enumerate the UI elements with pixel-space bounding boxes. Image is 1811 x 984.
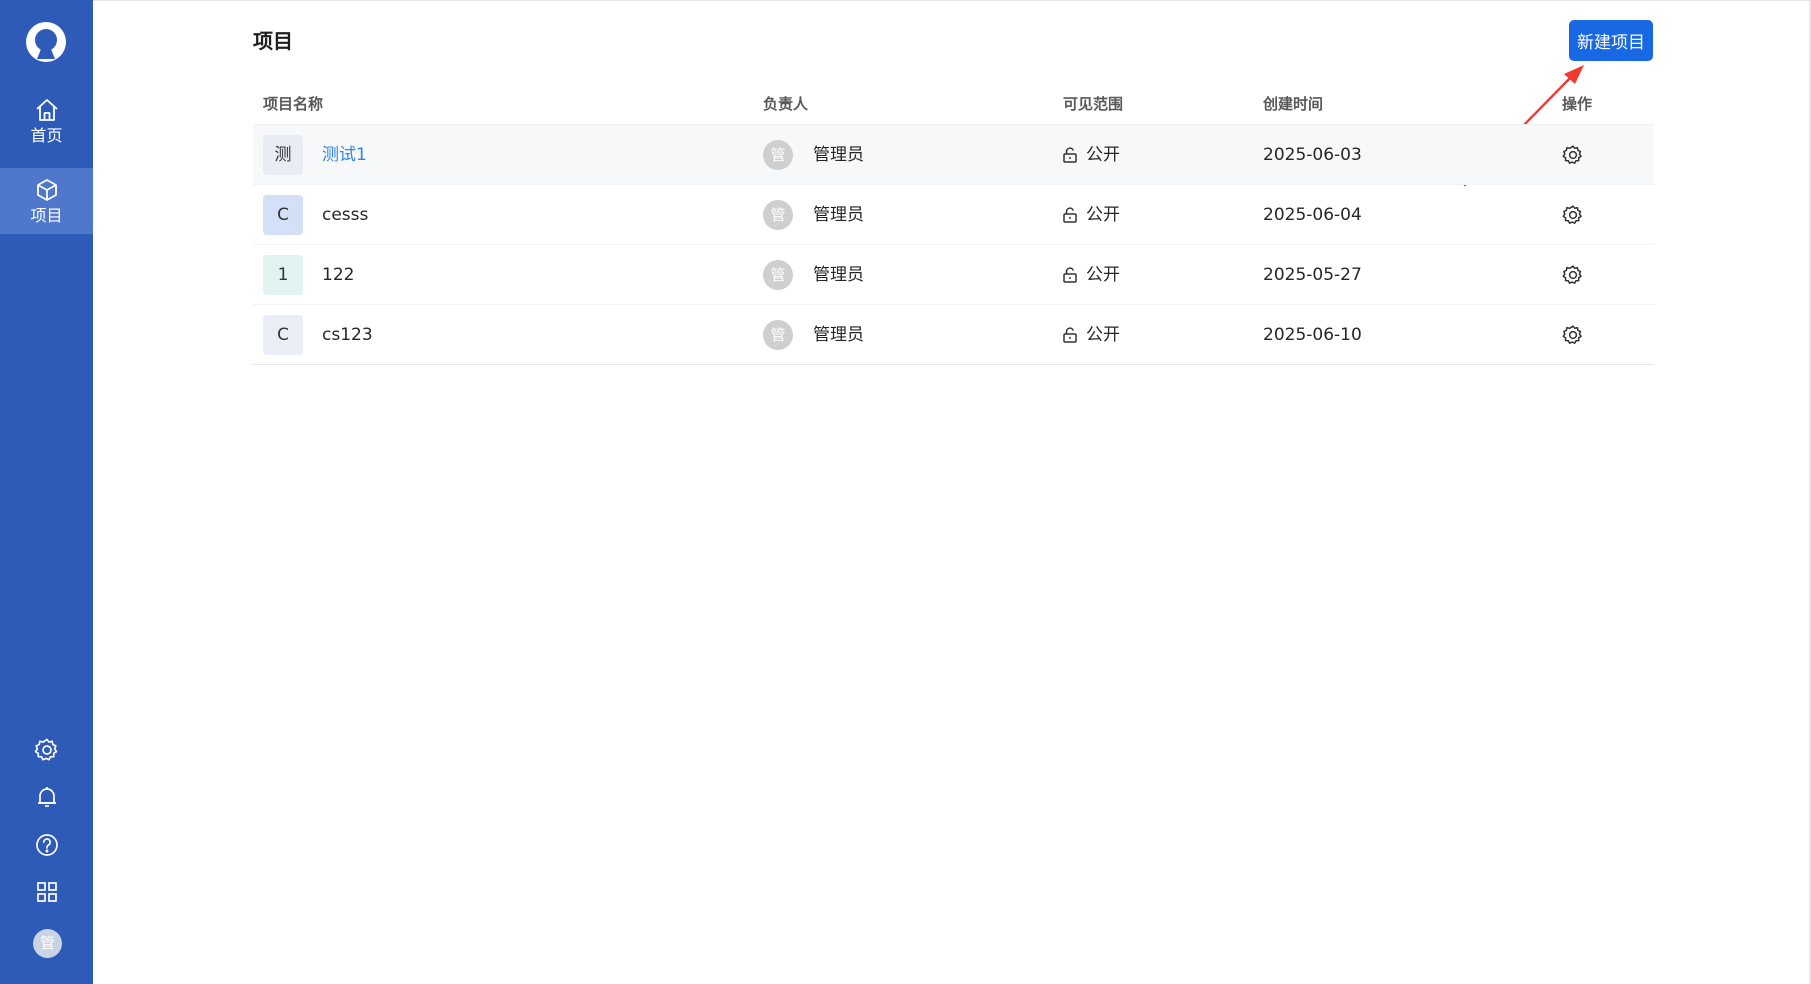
project-name-link[interactable]: 测试1 [322,144,367,166]
owner-avatar: 管 [763,140,793,170]
sidebar: 首页 项目 管 [0,0,93,984]
owner-avatar: 管 [763,260,793,290]
visibility-text: 公开 [1086,265,1120,285]
nav-item-projects[interactable]: 项目 [0,168,93,234]
owner-name: 管理员 [813,205,864,225]
created-date: 2025-06-03 [1263,145,1362,165]
unlock-icon [1063,207,1077,223]
cube-icon [36,178,57,201]
unlock-icon [1063,267,1077,283]
column-header-name: 项目名称 [263,95,324,113]
visibility-text: 公开 [1086,145,1120,165]
owner-name: 管理员 [813,145,864,165]
owner-avatar: 管 [763,320,793,350]
table-row[interactable]: C cesss 管 管理员 公开 2025-06-04 [253,185,1654,245]
project-badge: 1 [263,255,303,295]
project-badge: C [263,315,303,355]
gear-icon[interactable] [1562,144,1584,166]
column-header-actions: 操作 [1562,95,1593,113]
gear-icon[interactable] [1562,204,1584,226]
owner-name: 管理员 [813,265,864,285]
gear-icon[interactable] [1562,324,1584,346]
visibility-text: 公开 [1086,205,1120,225]
created-date: 2025-06-04 [1263,205,1362,225]
home-icon [35,98,58,121]
table-header: 项目名称 负责人 可见范围 创建时间 操作 [253,88,1654,125]
page-title: 项目 [253,29,293,53]
gear-icon[interactable] [1562,264,1584,286]
projects-table: 项目名称 负责人 可见范围 创建时间 操作 测 测试1 管 管理员 公开 202… [253,88,1654,365]
project-name[interactable]: 122 [322,264,354,286]
created-date: 2025-06-10 [1263,325,1362,345]
help-icon[interactable] [34,832,60,858]
owner-name: 管理员 [813,325,864,345]
project-badge: 测 [263,135,303,175]
project-name[interactable]: cs123 [322,324,373,346]
bell-icon[interactable] [34,784,60,810]
new-project-button[interactable]: 新建项目 [1569,20,1653,61]
table-row[interactable]: 测 测试1 管 管理员 公开 2025-06-03 [253,125,1654,185]
nav-projects-label: 项目 [30,205,63,225]
column-header-owner: 负责人 [763,95,809,113]
nav-home-label: 首页 [30,125,63,145]
unlock-icon [1063,327,1077,343]
logo-icon [26,22,66,62]
app-window: 首页 项目 管 项目 新建项目 项目名称 负责人 可见范围 创建时间 操作 测 … [0,0,1811,984]
column-header-visibility: 可见范围 [1063,95,1124,113]
visibility-text: 公开 [1086,325,1120,345]
project-name[interactable]: cesss [322,204,368,226]
gear-icon[interactable] [34,737,60,763]
project-badge: C [263,195,303,235]
table-row[interactable]: C cs123 管 管理员 公开 2025-06-10 [253,305,1654,365]
nav-item-home[interactable]: 首页 [0,88,93,154]
top-divider [93,0,1811,1]
column-header-created: 创建时间 [1263,95,1324,113]
user-avatar[interactable]: 管 [33,929,62,958]
created-date: 2025-05-27 [1263,265,1362,285]
owner-avatar: 管 [763,200,793,230]
apps-grid-icon[interactable] [34,879,60,905]
unlock-icon [1063,147,1077,163]
table-row[interactable]: 1 122 管 管理员 公开 2025-05-27 [253,245,1654,305]
